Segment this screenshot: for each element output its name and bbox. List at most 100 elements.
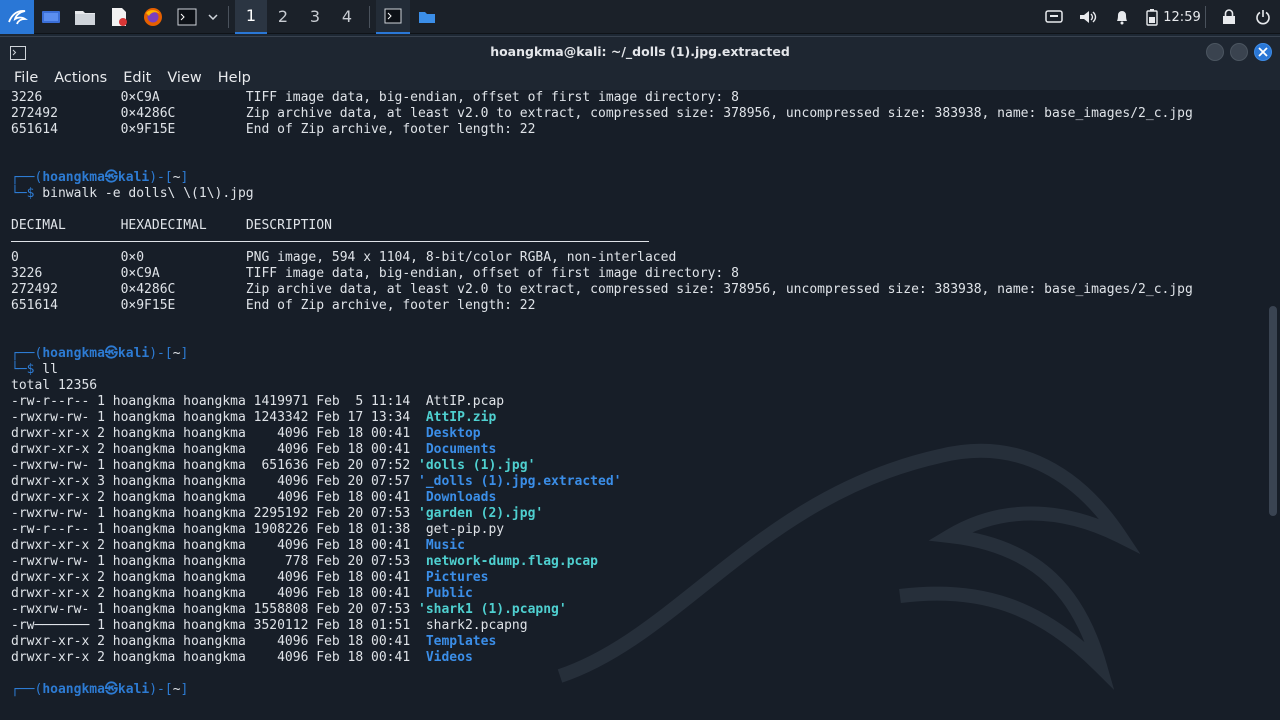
notification-bell-icon[interactable] bbox=[1105, 0, 1139, 34]
file-name: Downloads bbox=[418, 490, 497, 505]
workspace-1[interactable]: 1 bbox=[235, 0, 267, 34]
battery-icon[interactable] bbox=[1139, 0, 1165, 34]
chevron-down-icon[interactable] bbox=[204, 0, 222, 34]
menu-edit[interactable]: Edit bbox=[115, 70, 159, 86]
close-button[interactable] bbox=[1254, 43, 1272, 61]
listing-row: drwxr-xr-x 2 hoangkma hoangkma 4096 Feb … bbox=[11, 650, 1264, 666]
file-meta: drwxr-xr-x 2 hoangkma hoangkma 4096 Feb … bbox=[11, 426, 418, 441]
binwalk-row: 0 0×0 PNG image, 594 x 1104, 8-bit/color… bbox=[11, 250, 1264, 266]
firefox-icon[interactable] bbox=[136, 0, 170, 34]
file-name: AttIP.pcap bbox=[418, 394, 505, 409]
volume-icon[interactable] bbox=[1071, 0, 1105, 34]
show-desktop-icon[interactable] bbox=[34, 0, 68, 34]
text-editor-icon[interactable] bbox=[102, 0, 136, 34]
menu-view[interactable]: View bbox=[159, 70, 209, 86]
prompt-user: hoangkma㉿kali bbox=[42, 170, 150, 185]
listing-row: -rwxrw-rw- 1 hoangkma hoangkma 2295192 F… bbox=[11, 506, 1264, 522]
description-cell: TIFF image data, big-endian, offset of f… bbox=[245, 266, 739, 281]
workspace-2[interactable]: 2 bbox=[267, 0, 299, 34]
taskbar-folder-icon[interactable] bbox=[410, 0, 444, 34]
decimal-cell: 651614 bbox=[11, 122, 121, 137]
listing-row: drwxr-xr-x 2 hoangkma hoangkma 4096 Feb … bbox=[11, 490, 1264, 506]
file-meta: -rwxrw-rw- 1 hoangkma hoangkma 1243342 F… bbox=[11, 410, 418, 425]
binwalk-row: 3226 0×C9A TIFF image data, big-endian, … bbox=[11, 90, 1264, 106]
decimal-cell: 3226 bbox=[11, 90, 121, 105]
prompt-line: ┌──(hoangkma㉿kali)-[~] bbox=[11, 170, 1264, 186]
description-cell: PNG image, 594 x 1104, 8-bit/color RGBA,… bbox=[245, 250, 677, 265]
hex-cell: 0×9F15E bbox=[120, 122, 246, 137]
maximize-button[interactable] bbox=[1230, 43, 1248, 61]
terminal-launcher-icon[interactable] bbox=[170, 0, 204, 34]
hex-cell: 0×4286C bbox=[120, 106, 246, 121]
file-meta: drwxr-xr-x 2 hoangkma hoangkma 4096 Feb … bbox=[11, 586, 418, 601]
prompt-box: )-[ bbox=[149, 682, 173, 697]
panel-separator bbox=[228, 5, 229, 28]
taskbar-terminal-icon[interactable] bbox=[376, 0, 410, 34]
hex-cell: 0×C9A bbox=[120, 90, 246, 105]
file-meta: drwxr-xr-x 3 hoangkma hoangkma 4096 Feb … bbox=[11, 474, 418, 489]
power-icon[interactable] bbox=[1246, 0, 1280, 34]
window-titlebar[interactable]: hoangkma@kali: ~/_dolls (1).jpg.extracte… bbox=[0, 36, 1280, 66]
terminal-scrollbar[interactable] bbox=[1269, 306, 1277, 516]
file-name: get-pip.py bbox=[418, 522, 505, 537]
terminal-window: hoangkma@kali: ~/_dolls (1).jpg.extracte… bbox=[0, 36, 1280, 720]
listing-row: -rwxrw-rw- 1 hoangkma hoangkma 778 Feb 2… bbox=[11, 554, 1264, 570]
total-text: total 12356 bbox=[11, 378, 98, 393]
clock[interactable]: 12:59 bbox=[1163, 0, 1200, 34]
workspace-4[interactable]: 4 bbox=[331, 0, 363, 34]
minimize-button[interactable] bbox=[1206, 43, 1224, 61]
listing-row: -rw─────── 1 hoangkma hoangkma 3520112 F… bbox=[11, 618, 1264, 634]
decimal-cell: 651614 bbox=[11, 298, 121, 313]
hex-cell: 0×C9A bbox=[120, 266, 246, 281]
file-manager-icon[interactable] bbox=[68, 0, 102, 34]
menu-file[interactable]: File bbox=[6, 70, 46, 86]
listing-row: drwxr-xr-x 2 hoangkma hoangkma 4096 Feb … bbox=[11, 442, 1264, 458]
prompt-line: ┌──(hoangkma㉿kali)-[~] bbox=[11, 346, 1264, 362]
file-name: '_dolls (1).jpg.extracted' bbox=[418, 474, 622, 489]
total-line: total 12356 bbox=[11, 378, 1264, 394]
prompt-box: ┌──( bbox=[11, 170, 43, 185]
file-name: Music bbox=[418, 538, 465, 553]
file-meta: -rwxrw-rw- 1 hoangkma hoangkma 778 Feb 2… bbox=[11, 554, 418, 569]
table-header: DECIMAL HEXADECIMAL DESCRIPTION bbox=[11, 218, 1264, 234]
decimal-cell: 3226 bbox=[11, 266, 121, 281]
file-meta: -rwxrw-rw- 1 hoangkma hoangkma 1558808 F… bbox=[11, 602, 418, 617]
prompt-dollar: └─$ bbox=[11, 362, 35, 377]
hex-cell: 0×9F15E bbox=[120, 298, 246, 313]
top-panel: 1 2 3 4 12:59 bbox=[0, 0, 1280, 34]
prompt-box: ┌──( bbox=[11, 682, 43, 697]
file-name: network-dump.flag.pcap bbox=[418, 554, 599, 569]
file-name: shark2.pcapng bbox=[418, 618, 528, 633]
binwalk-row: 651614 0×9F15E End of Zip archive, foote… bbox=[11, 298, 1264, 314]
description-cell: End of Zip archive, footer length: 22 bbox=[245, 298, 536, 313]
description-cell: Zip archive data, at least v2.0 to extra… bbox=[245, 106, 1193, 121]
command-text: ll bbox=[34, 362, 58, 377]
listing-row: drwxr-xr-x 2 hoangkma hoangkma 4096 Feb … bbox=[11, 538, 1264, 554]
panel-separator bbox=[1205, 6, 1206, 28]
file-meta: -rwxrw-rw- 1 hoangkma hoangkma 651636 Fe… bbox=[11, 458, 418, 473]
menu-help[interactable]: Help bbox=[210, 70, 259, 86]
decimal-cell: 0 bbox=[11, 250, 121, 265]
prompt-user: hoangkma㉿kali bbox=[42, 346, 150, 361]
prompt-box: ] bbox=[180, 682, 189, 697]
command-line: └─$ ll bbox=[11, 362, 1264, 378]
workspace-3[interactable]: 3 bbox=[299, 0, 331, 34]
listing-row: drwxr-xr-x 2 hoangkma hoangkma 4096 Feb … bbox=[11, 426, 1264, 442]
kali-menu-icon[interactable] bbox=[0, 0, 34, 34]
terminal-output[interactable]: 3226 0×C9A TIFF image data, big-endian, … bbox=[0, 90, 1264, 716]
system-tray: 12:59 bbox=[1037, 0, 1280, 34]
hex-cell: 0×4286C bbox=[120, 282, 246, 297]
menu-actions[interactable]: Actions bbox=[46, 70, 115, 86]
lock-icon[interactable] bbox=[1212, 0, 1246, 34]
file-name: Pictures bbox=[418, 570, 489, 585]
listing-row: drwxr-xr-x 2 hoangkma hoangkma 4096 Feb … bbox=[11, 634, 1264, 650]
display-icon[interactable] bbox=[1037, 0, 1071, 34]
prompt-user: hoangkma㉿kali bbox=[42, 682, 150, 697]
file-name: Documents bbox=[418, 442, 497, 457]
prompt-box: )-[ bbox=[149, 170, 173, 185]
file-meta: drwxr-xr-x 2 hoangkma hoangkma 4096 Feb … bbox=[11, 634, 418, 649]
file-name: 'shark1 (1).pcapng' bbox=[418, 602, 567, 617]
